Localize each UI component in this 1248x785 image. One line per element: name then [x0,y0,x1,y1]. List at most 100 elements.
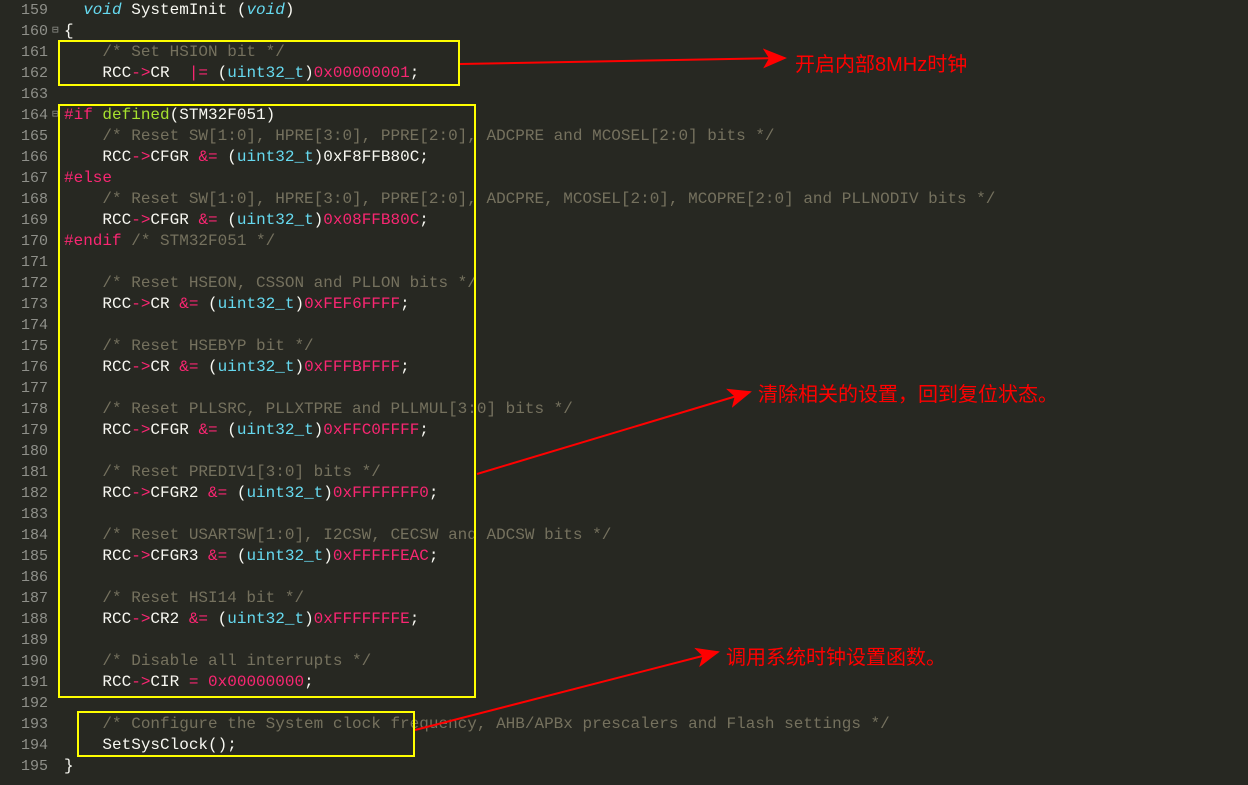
code-line[interactable] [64,315,995,336]
code-line[interactable]: } [64,756,995,777]
fold-toggle [52,420,64,441]
fold-toggle [52,588,64,609]
line-number: 165 [0,126,48,147]
code-line[interactable] [64,567,995,588]
fold-toggle [52,693,64,714]
line-number: 175 [0,336,48,357]
code-line[interactable]: /* Reset HSI14 bit */ [64,588,995,609]
line-number: 164 [0,105,48,126]
fold-toggle [52,336,64,357]
line-number: 188 [0,609,48,630]
code-line[interactable] [64,252,995,273]
line-number: 172 [0,273,48,294]
line-number: 187 [0,588,48,609]
fold-toggle [52,567,64,588]
line-number: 170 [0,231,48,252]
code-line[interactable]: RCC->CR2 &= (uint32_t)0xFFFFFFFE; [64,609,995,630]
line-number: 194 [0,735,48,756]
fold-toggle [52,42,64,63]
line-number: 169 [0,210,48,231]
code-line[interactable]: void SystemInit (void) [64,0,995,21]
code-line[interactable] [64,693,995,714]
fold-toggle [52,252,64,273]
code-line[interactable]: { [64,21,995,42]
fold-toggle [52,84,64,105]
line-number: 191 [0,672,48,693]
code-line[interactable]: RCC->CR &= (uint32_t)0xFFFBFFFF; [64,357,995,378]
fold-column: ⊟⊟ [52,0,64,777]
line-number: 178 [0,399,48,420]
code-line[interactable]: RCC->CR &= (uint32_t)0xFEF6FFFF; [64,294,995,315]
line-number: 174 [0,315,48,336]
code-line[interactable]: /* Reset HSEBYP bit */ [64,336,995,357]
code-line[interactable]: RCC->CFGR &= (uint32_t)0xFFC0FFFF; [64,420,995,441]
code-line[interactable] [64,504,995,525]
fold-toggle [52,714,64,735]
code-line[interactable]: RCC->CFGR &= (uint32_t)0xF8FFB80C; [64,147,995,168]
fold-toggle [52,126,64,147]
line-number: 159 [0,0,48,21]
line-number: 167 [0,168,48,189]
fold-toggle [52,357,64,378]
line-number: 177 [0,378,48,399]
line-number: 182 [0,483,48,504]
fold-toggle [52,672,64,693]
fold-toggle [52,483,64,504]
fold-toggle [52,630,64,651]
fold-toggle [52,378,64,399]
fold-toggle [52,273,64,294]
line-number: 189 [0,630,48,651]
line-number: 185 [0,546,48,567]
code-line[interactable]: #else [64,168,995,189]
line-number: 168 [0,189,48,210]
annotation-text: 调用系统时钟设置函数。 [726,641,946,670]
code-line[interactable]: /* Reset SW[1:0], HPRE[3:0], PPRE[2:0], … [64,126,995,147]
fold-toggle [52,462,64,483]
line-number-gutter: 1591601611621631641651661671681691701711… [0,0,52,777]
line-number: 166 [0,147,48,168]
fold-toggle [52,651,64,672]
fold-toggle[interactable]: ⊟ [52,21,64,42]
annotation-text: 清除相关的设置，回到复位状态。 [758,378,1058,407]
line-number: 162 [0,63,48,84]
fold-toggle [52,546,64,567]
annotation-text: 开启内部8MHz时钟 [795,48,967,77]
line-number: 161 [0,42,48,63]
line-number: 171 [0,252,48,273]
fold-toggle [52,441,64,462]
fold-toggle [52,315,64,336]
code-line[interactable]: #endif /* STM32F051 */ [64,231,995,252]
line-number: 192 [0,693,48,714]
code-line[interactable]: /* Reset PREDIV1[3:0] bits */ [64,462,995,483]
line-number: 180 [0,441,48,462]
code-line[interactable]: /* Reset SW[1:0], HPRE[3:0], PPRE[2:0], … [64,189,995,210]
code-line[interactable]: /* Reset USARTSW[1:0], I2CSW, CECSW and … [64,525,995,546]
code-line[interactable]: RCC->CFGR2 &= (uint32_t)0xFFFFFFF0; [64,483,995,504]
line-number: 183 [0,504,48,525]
line-number: 186 [0,567,48,588]
fold-toggle[interactable]: ⊟ [52,105,64,126]
line-number: 176 [0,357,48,378]
fold-toggle [52,294,64,315]
code-line[interactable]: #if defined(STM32F051) [64,105,995,126]
fold-toggle [52,168,64,189]
code-line[interactable]: RCC->CFGR3 &= (uint32_t)0xFFFFFEAC; [64,546,995,567]
code-line[interactable] [64,84,995,105]
line-number: 195 [0,756,48,777]
code-line[interactable] [64,441,995,462]
code-line[interactable]: /* Configure the System clock frequency,… [64,714,995,735]
fold-toggle [52,231,64,252]
code-line[interactable]: /* Reset HSEON, CSSON and PLLON bits */ [64,273,995,294]
fold-toggle [52,525,64,546]
code-line[interactable]: RCC->CFGR &= (uint32_t)0x08FFB80C; [64,210,995,231]
code-line[interactable]: RCC->CIR = 0x00000000; [64,672,995,693]
line-number: 193 [0,714,48,735]
fold-toggle [52,735,64,756]
line-number: 179 [0,420,48,441]
fold-toggle [52,147,64,168]
line-number: 173 [0,294,48,315]
fold-toggle [52,63,64,84]
line-number: 184 [0,525,48,546]
fold-toggle [52,210,64,231]
code-line[interactable]: SetSysClock(); [64,735,995,756]
